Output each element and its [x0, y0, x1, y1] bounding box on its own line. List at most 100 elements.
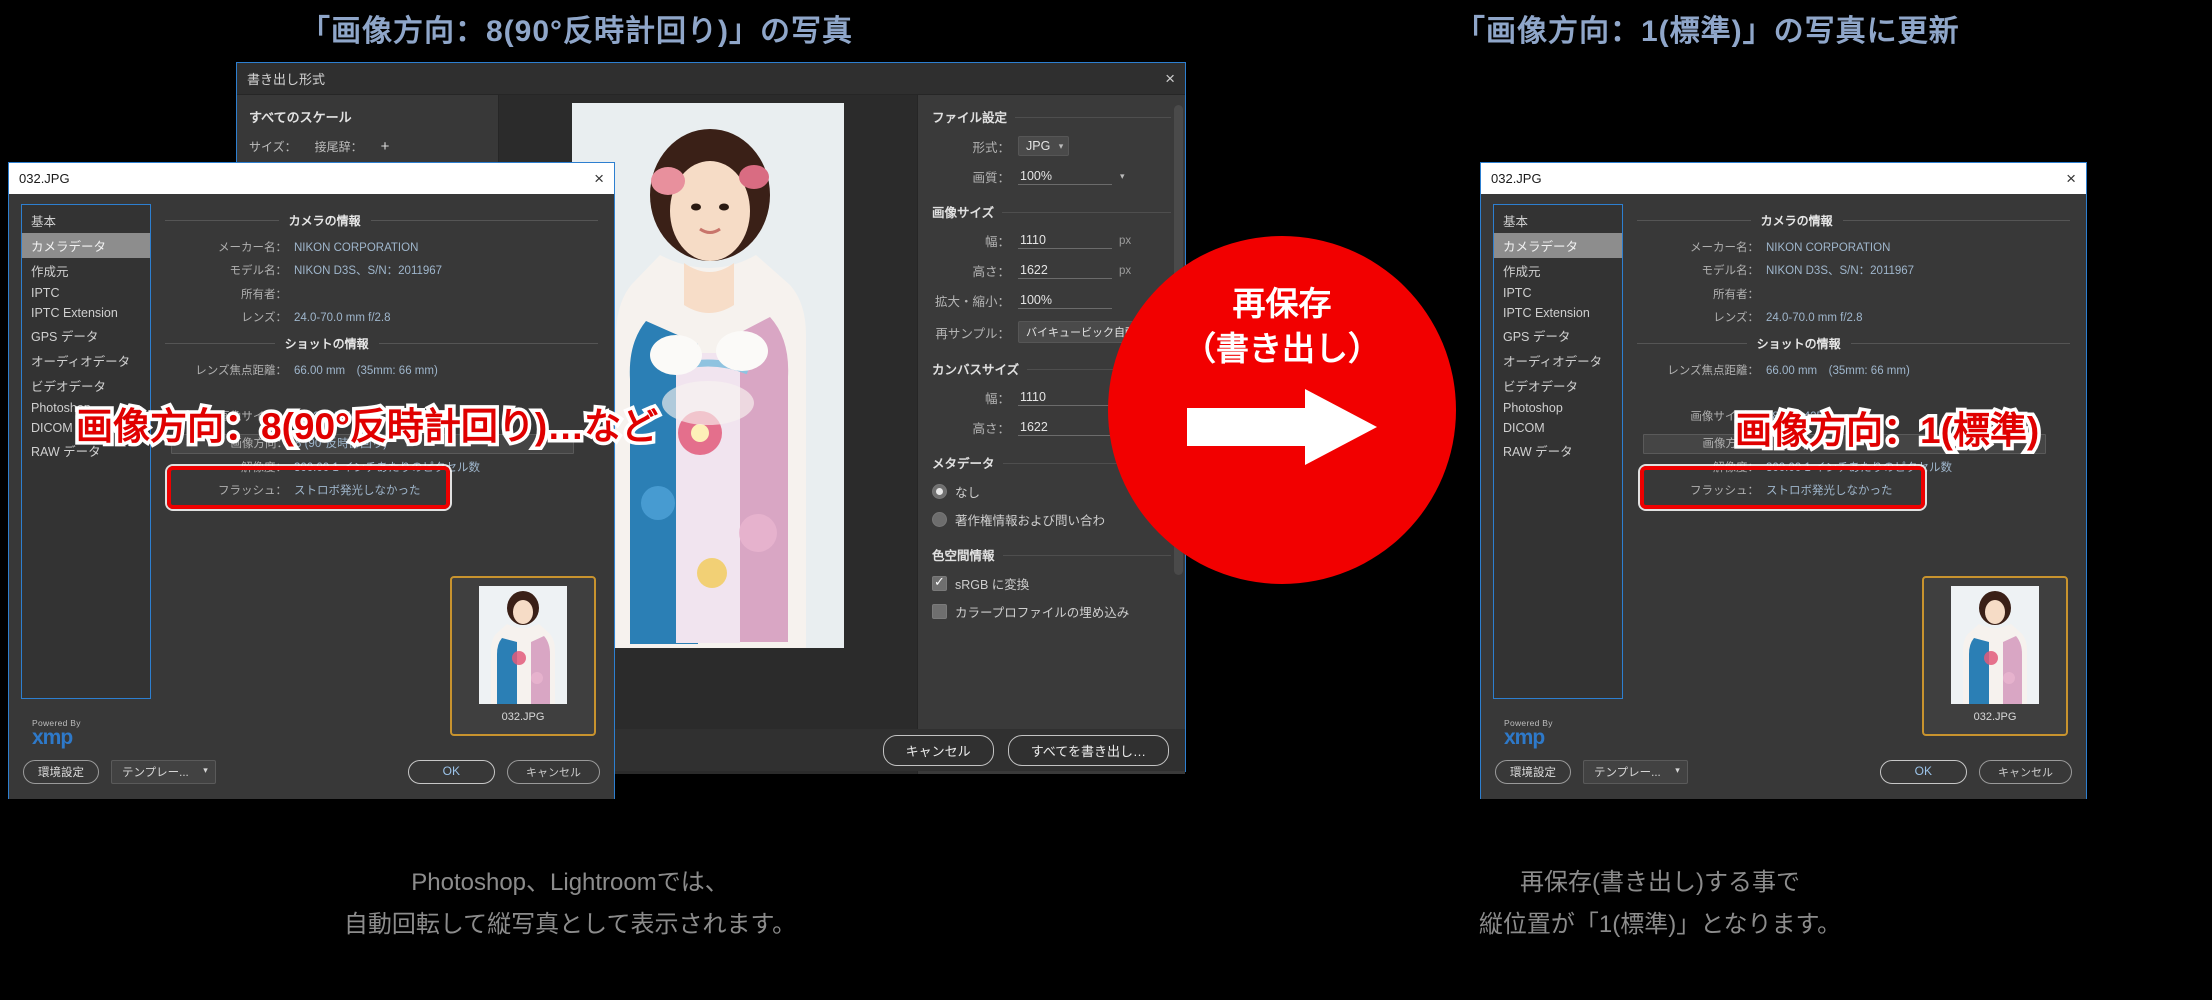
metadata-left-title: 032.JPG [19, 171, 70, 186]
powered-by-xmp: Powered By xmp [32, 718, 81, 750]
thumbnail-illustration [1951, 586, 2039, 704]
preferences-button[interactable]: 環境設定 [1495, 759, 1571, 784]
quality-input[interactable]: 100% [1018, 168, 1112, 185]
template-select[interactable]: テンプレー... ▾ [1583, 759, 1688, 784]
image-width-input[interactable]: 1110 [1018, 232, 1112, 249]
sidebar-item-origin[interactable]: 作成元 [1494, 258, 1622, 283]
orientation-highlight-box-left [167, 466, 450, 509]
maker-value: NIKON CORPORATION [294, 242, 419, 254]
scale-percent-input[interactable]: 100% [1018, 292, 1112, 309]
focal-value: 66.00 mm (35mm: 66 mm) [1766, 364, 1910, 377]
table-row: レンズ焦点距離： 66.00 mm (35mm: 66 mm) [165, 364, 598, 378]
metadata-radio-copyright[interactable]: 著作権情報および問い合わ [932, 510, 1171, 529]
orientation-highlight-box-right [1640, 466, 1925, 509]
add-scale-button[interactable]: + [381, 138, 390, 155]
image-width-label: 幅： [984, 235, 1010, 249]
profile-checkbox[interactable]: カラープロファイルの埋め込み [932, 602, 1171, 621]
table-row: レンズ： 24.0-70.0 mm f/2.8 [1637, 311, 2070, 325]
color-space-group: 色空間情報 sRGB に変換 カラープロファイルの埋め込み [932, 545, 1171, 621]
export-dialog-title: 書き出し形式 [247, 72, 326, 87]
owner-label: 所有者： [241, 288, 287, 301]
sidebar-item-video[interactable]: ビデオデータ [1494, 373, 1622, 398]
image-size-title: 画像サイズ [932, 206, 1003, 220]
model-label: モデル名： [1701, 265, 1760, 278]
sidebar-item-audio[interactable]: オーディオデータ [1494, 348, 1622, 373]
table-row: 所有者： [1637, 288, 2070, 302]
right-arrow-icon [1187, 389, 1377, 466]
camera-section-title: カメラの情報 [1760, 214, 1833, 228]
cancel-button[interactable]: キャンセル [1979, 759, 2072, 784]
thumbnail-box: 032.JPG [450, 576, 596, 736]
canvas-height-input[interactable]: 1622 [1018, 419, 1112, 436]
caption-left-line2: 自動回転して縦写真として表示されます。 [343, 911, 797, 938]
quality-label: 画質： [972, 171, 1010, 185]
metadata-left-sidebar: 基本 カメラデータ 作成元 IPTC IPTC Extension GPS デー… [21, 204, 151, 749]
export-all-button[interactable]: すべてを書き出し… [1007, 734, 1169, 766]
sidebar-item-basic[interactable]: 基本 [1494, 208, 1622, 233]
metadata-none-label: なし [955, 486, 981, 500]
sidebar-item-audio[interactable]: オーディオデータ [22, 348, 150, 373]
srgb-checkbox[interactable]: sRGB に変換 [932, 574, 1171, 593]
sidebar-item-iptc-ext[interactable]: IPTC Extension [22, 303, 150, 323]
sidebar-item-origin[interactable]: 作成元 [22, 258, 150, 283]
cancel-button[interactable]: キャンセル [507, 759, 600, 784]
annotation-right: 画像方向：1(標準) [1731, 407, 2042, 455]
thumbnail-caption: 032.JPG [501, 711, 545, 723]
ok-button[interactable]: OK [407, 759, 495, 784]
canvas-width-input[interactable]: 1110 [1018, 389, 1112, 406]
model-label: モデル名： [229, 265, 288, 278]
format-select[interactable]: JPG ▾ [1018, 136, 1070, 156]
close-icon[interactable]: × [2066, 170, 2076, 187]
sidebar-item-iptc[interactable]: IPTC [22, 283, 150, 303]
sidebar-item-camera[interactable]: カメラデータ [1494, 233, 1622, 258]
close-icon[interactable]: × [1165, 70, 1175, 87]
sidebar-item-gps[interactable]: GPS データ [1494, 323, 1622, 348]
resave-line1: 再保存 [1232, 285, 1332, 322]
checkbox-icon [932, 604, 947, 619]
all-scales-label: すべてのスケール [249, 110, 352, 125]
thumbnail-illustration [479, 586, 567, 704]
sidebar-item-video[interactable]: ビデオデータ [22, 373, 150, 398]
color-space-title: 色空間情報 [932, 549, 1003, 563]
chevron-down-icon: ▾ [1058, 141, 1064, 151]
radio-icon [932, 484, 947, 499]
close-icon[interactable]: × [594, 170, 604, 187]
table-row: 所有者： [165, 288, 598, 302]
table-row: モデル名： NIKON D3S、S/N：2011967 [165, 264, 598, 278]
table-row: レンズ： 24.0-70.0 mm f/2.8 [165, 311, 598, 325]
sidebar-item-dicom[interactable]: DICOM [1494, 418, 1622, 438]
radio-icon [932, 512, 947, 527]
template-select[interactable]: テンプレー... ▾ [111, 759, 216, 784]
powered-by-xmp: Powered By xmp [1504, 718, 1553, 750]
metadata-right-footer: 環境設定 テンプレー... ▾ OK キャンセル [1481, 744, 2086, 799]
format-value: JPG [1026, 139, 1051, 153]
metadata-right-title: 032.JPG [1491, 171, 1542, 186]
sidebar-item-iptc[interactable]: IPTC [1494, 283, 1622, 303]
sidebar-item-raw[interactable]: RAW データ [1494, 438, 1622, 463]
maker-value: NIKON CORPORATION [1766, 242, 1891, 254]
cancel-button[interactable]: キャンセル [882, 734, 994, 766]
canvas-height-label: 高さ： [972, 422, 1010, 436]
sidebar-item-gps[interactable]: GPS データ [22, 323, 150, 348]
header-right: 「画像方向：1(標準)」の写真に更新 [1455, 15, 1960, 48]
sidebar-item-photoshop[interactable]: Photoshop [1494, 398, 1622, 418]
canvas-width-label: 幅： [984, 392, 1010, 406]
shot-section-title: ショットの情報 [284, 336, 369, 351]
metadata-left-titlebar: 032.JPG × [9, 163, 614, 194]
preferences-button[interactable]: 環境設定 [23, 759, 99, 784]
export-dialog-titlebar: 書き出し形式 × [237, 63, 1185, 95]
sidebar-item-iptc-ext[interactable]: IPTC Extension [1494, 303, 1622, 323]
ok-button[interactable]: OK [1879, 759, 1967, 784]
image-height-input[interactable]: 1622 [1018, 262, 1112, 279]
caption-right: 再保存(書き出し)する事で 縦位置が「1(標準)」となります。 [1180, 862, 2140, 946]
file-settings-title: ファイル設定 [932, 111, 1016, 125]
chevron-down-icon[interactable]: ▾ [1120, 171, 1125, 182]
sidebar-item-basic[interactable]: 基本 [22, 208, 150, 233]
template-label: テンプレー... [1594, 766, 1661, 779]
canvas-size-title: カンバスサイズ [932, 363, 1028, 377]
metadata-copyright-label: 著作権情報および問い合わ [955, 514, 1106, 528]
model-value: NIKON D3S、S/N：2011967 [1766, 265, 1915, 278]
metadata-left-footer: 環境設定 テンプレー... ▾ OK キャンセル [9, 744, 614, 799]
sidebar-item-camera[interactable]: カメラデータ [22, 233, 150, 258]
caption-right-line2: 縦位置が「1(標準)」となります。 [1478, 911, 1842, 938]
